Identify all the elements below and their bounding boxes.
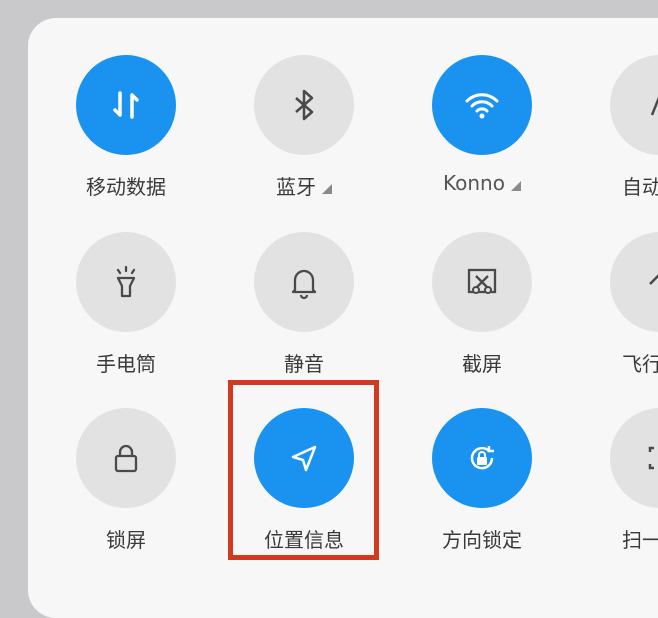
screenshot-icon xyxy=(432,232,532,332)
expand-triangle-icon[interactable] xyxy=(510,181,521,191)
tile-silent[interactable]: 静音 xyxy=(234,232,374,377)
tile-label: 手电筒 xyxy=(96,352,156,376)
tile-label: 截屏 xyxy=(462,352,502,376)
tile-label: 锁屏 xyxy=(106,528,146,552)
highlight-box xyxy=(228,380,379,560)
tile-label: 飞行 xyxy=(622,352,658,376)
tile-label: 自动 xyxy=(622,175,658,199)
mobile-data-icon xyxy=(76,55,176,155)
tile-mobile-data[interactable]: 移动数据 xyxy=(56,55,196,200)
tile-label: 方向锁定 xyxy=(442,528,522,552)
tile-label: 蓝牙 xyxy=(276,175,316,199)
tile-wifi[interactable]: Konno xyxy=(412,55,552,195)
tile-label: Konno xyxy=(443,171,505,195)
rotation-lock-icon xyxy=(432,408,532,508)
lock-icon xyxy=(76,408,176,508)
bell-icon xyxy=(254,232,354,332)
tile-airplane[interactable]: 飞行 xyxy=(590,232,658,377)
tile-label: 静音 xyxy=(284,352,324,376)
tile-bluetooth[interactable]: 蓝牙 xyxy=(234,55,374,200)
airplane-icon xyxy=(610,232,658,332)
wifi-icon xyxy=(432,55,532,155)
expand-triangle-icon[interactable] xyxy=(322,183,332,194)
tile-lock-screen[interactable]: 锁屏 xyxy=(56,408,196,553)
scan-icon xyxy=(610,408,658,508)
bluetooth-icon xyxy=(254,55,354,155)
tile-rotation-lock[interactable]: 方向锁定 xyxy=(412,408,552,553)
tile-label: 扫一 xyxy=(622,528,658,552)
flashlight-icon xyxy=(76,232,176,332)
tile-auto-brightness[interactable]: 自动 xyxy=(590,55,658,200)
tile-label: 移动数据 xyxy=(86,175,166,199)
tile-screenshot[interactable]: 截屏 xyxy=(412,232,552,377)
tile-flashlight[interactable]: 手电筒 xyxy=(56,232,196,377)
tile-scan[interactable]: 扫一 xyxy=(590,408,658,553)
auto-brightness-icon xyxy=(610,55,658,155)
